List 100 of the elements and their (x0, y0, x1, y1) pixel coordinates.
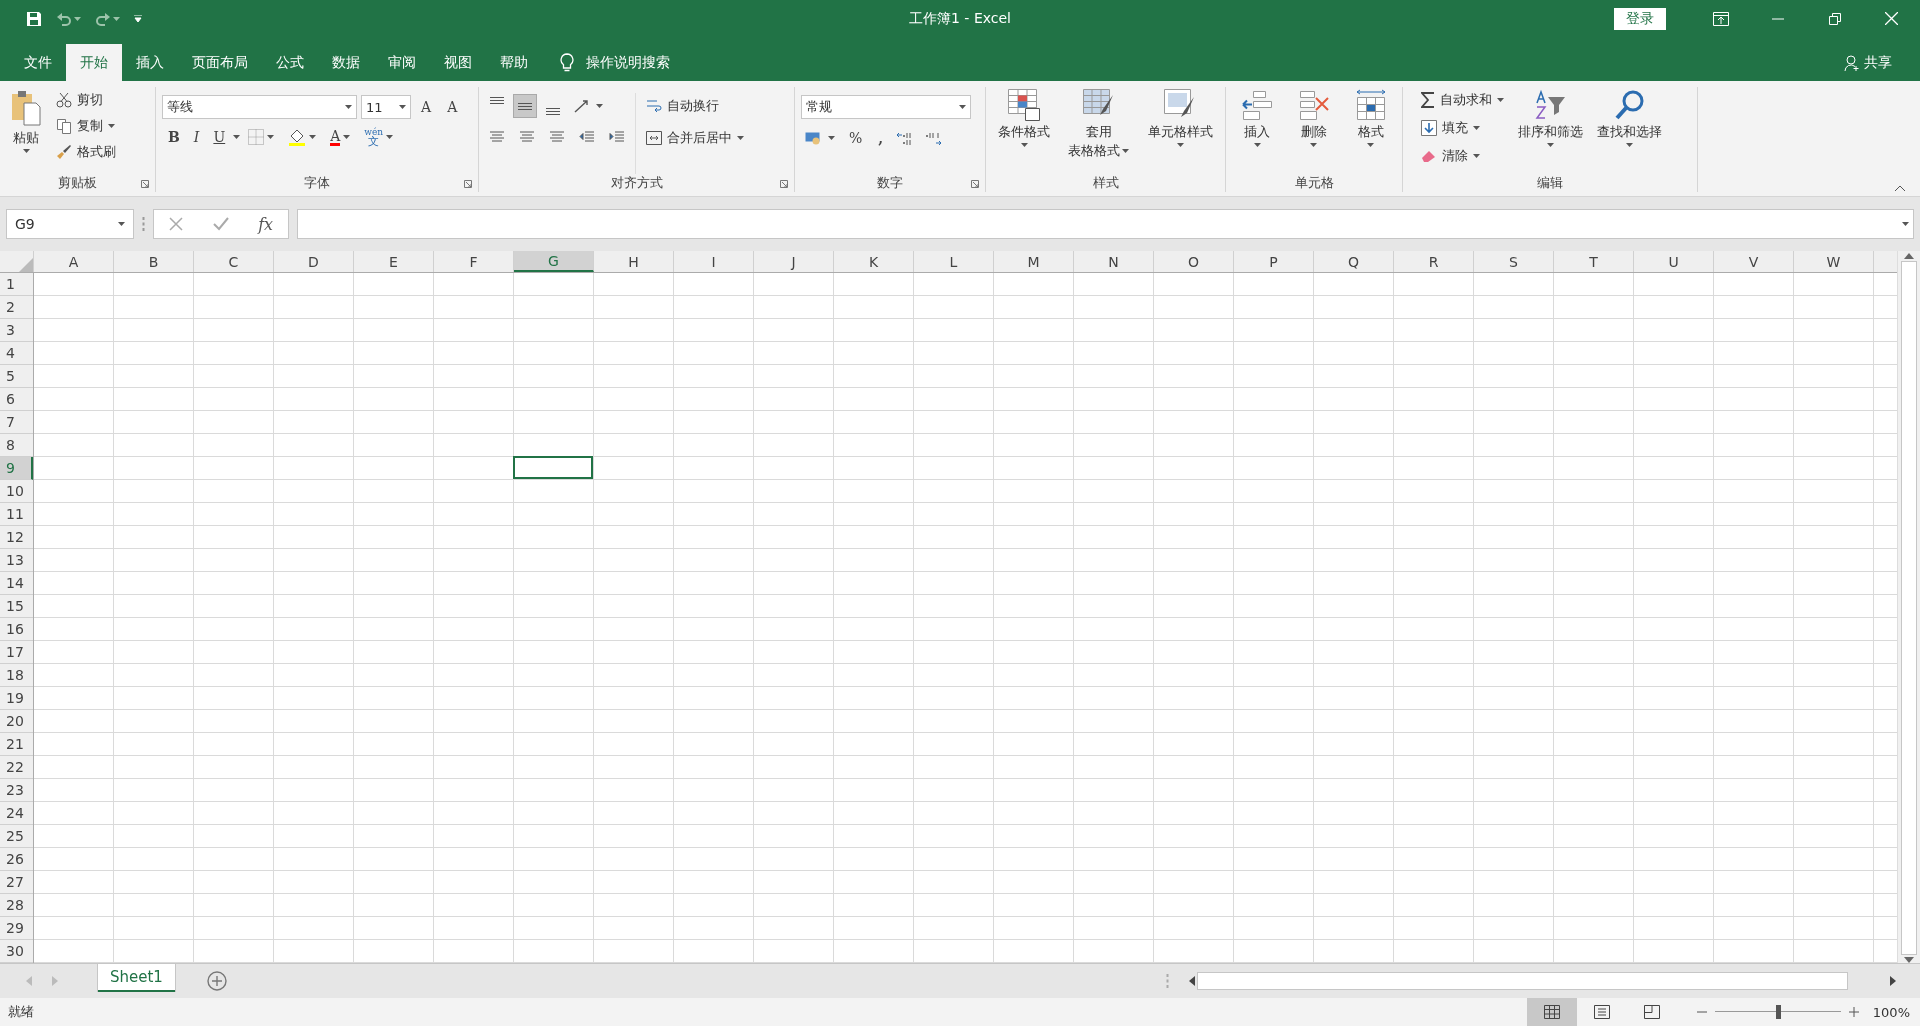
vertical-align-button[interactable] (513, 94, 537, 118)
horizontal-scrollbar[interactable] (1166, 971, 1896, 991)
phonetic-button[interactable]: wén 文 (358, 125, 400, 149)
formula-input[interactable] (297, 209, 1914, 239)
format-painter-button[interactable]: 格式刷 (52, 139, 120, 165)
row-header[interactable]: 27 (0, 871, 33, 894)
find-select-button[interactable]: 查找和选择 (1593, 87, 1666, 174)
autosum-button[interactable]: 自动求和 (1417, 87, 1508, 113)
shrink-font-button[interactable]: A (441, 97, 464, 117)
row-header[interactable]: 4 (0, 342, 33, 365)
column-header[interactable]: E (354, 251, 434, 272)
row-header[interactable]: 19 (0, 687, 33, 710)
column-header[interactable]: G (514, 251, 594, 272)
add-sheet-icon[interactable] (206, 971, 227, 991)
column-header[interactable]: B (114, 251, 194, 272)
clear-button[interactable]: 清除 (1417, 143, 1508, 169)
zoom-slider-thumb[interactable] (1775, 1005, 1781, 1019)
row-header[interactable]: 24 (0, 802, 33, 825)
undo-icon[interactable] (56, 11, 72, 26)
previous-sheet-icon[interactable] (26, 976, 32, 986)
customize-caret-icon[interactable] (134, 15, 142, 22)
column-header[interactable]: U (1634, 251, 1714, 272)
collapse-ribbon-icon[interactable] (1894, 185, 1906, 192)
cell-styles-button[interactable]: 单元格样式 (1143, 87, 1217, 174)
column-header[interactable]: S (1474, 251, 1554, 272)
save-icon[interactable] (26, 10, 42, 27)
menu-tab[interactable]: 数据 (318, 44, 374, 81)
menu-tab[interactable]: 文件 (10, 44, 66, 81)
row-header[interactable]: 20 (0, 710, 33, 733)
column-header[interactable]: D (274, 251, 354, 272)
underline-button[interactable]: U (207, 127, 232, 147)
cancel-icon[interactable] (168, 217, 183, 231)
number-format-combo[interactable]: 常规 (801, 95, 971, 119)
menu-tab[interactable]: 页面布局 (178, 44, 262, 81)
zoom-level[interactable]: 100% (1872, 1004, 1910, 1020)
column-header[interactable]: Q (1314, 251, 1394, 272)
column-header[interactable]: L (914, 251, 994, 272)
column-header[interactable]: W (1794, 251, 1874, 272)
conditional-formatting-button[interactable]: 条件格式 (994, 87, 1055, 174)
cut-button[interactable]: 剪切 (52, 87, 120, 113)
column-header[interactable]: K (834, 251, 914, 272)
row-header[interactable]: 14 (0, 572, 33, 595)
column-header[interactable]: N (1074, 251, 1154, 272)
row-header[interactable]: 17 (0, 641, 33, 664)
row-header[interactable]: 3 (0, 319, 33, 342)
check-icon[interactable] (212, 217, 229, 231)
comma-style-button[interactable]: , (872, 128, 890, 148)
row-header[interactable]: 21 (0, 733, 33, 756)
sheet-tab[interactable]: Sheet1 (98, 964, 175, 992)
row-header[interactable]: 23 (0, 779, 33, 802)
share-button[interactable]: 共享 (1844, 44, 1892, 81)
row-header[interactable]: 29 (0, 917, 33, 940)
merge-center-button[interactable]: 合并后居中 (642, 125, 748, 151)
row-header[interactable]: 2 (0, 296, 33, 319)
font-color-button[interactable]: A (324, 126, 357, 148)
name-box[interactable]: G9 (6, 209, 134, 239)
menu-tab[interactable]: 视图 (430, 44, 486, 81)
column-header[interactable]: A (34, 251, 114, 272)
menu-tab[interactable]: 帮助 (486, 44, 542, 81)
column-header[interactable]: R (1394, 251, 1474, 272)
row-header[interactable]: 16 (0, 618, 33, 641)
tell-me-search[interactable]: 操作说明搜索 (586, 53, 670, 72)
column-header[interactable]: T (1554, 251, 1634, 272)
column-header[interactable]: H (594, 251, 674, 272)
font-size-combo[interactable]: 11 (361, 95, 411, 119)
format-as-table-button[interactable]: 套用 表格格式 (1064, 87, 1134, 174)
paste-button[interactable]: 粘贴 (6, 87, 46, 174)
bold-button[interactable]: B (162, 127, 186, 147)
menu-tab[interactable]: 公式 (262, 44, 318, 81)
column-header[interactable]: P (1234, 251, 1314, 272)
row-header[interactable]: 9 (0, 457, 33, 480)
sign-in-button[interactable]: 登录 (1614, 7, 1666, 30)
menu-tab[interactable]: 插入 (122, 44, 178, 81)
row-header[interactable]: 28 (0, 894, 33, 917)
vertical-scrollbar[interactable] (1897, 251, 1920, 963)
row-header[interactable]: 5 (0, 365, 33, 388)
format-cells-button[interactable]: 格式 (1350, 87, 1391, 174)
row-header[interactable]: 18 (0, 664, 33, 687)
wrap-text-button[interactable]: 自动换行 (642, 93, 748, 119)
column-header[interactable]: V (1714, 251, 1794, 272)
insert-function-button[interactable]: fx (258, 214, 274, 234)
row-header[interactable]: 7 (0, 411, 33, 434)
zoom-in-icon[interactable] (1848, 1007, 1859, 1017)
font-name-combo[interactable]: 等线 (162, 95, 357, 119)
view-button[interactable] (1526, 998, 1577, 1026)
redo-icon[interactable] (95, 11, 111, 26)
row-header[interactable]: 26 (0, 848, 33, 871)
row-header[interactable]: 11 (0, 503, 33, 526)
grow-font-button[interactable]: A (415, 97, 438, 117)
italic-button[interactable]: I (187, 127, 206, 147)
row-header[interactable]: 10 (0, 480, 33, 503)
column-header[interactable]: O (1154, 251, 1234, 272)
column-header[interactable]: I (674, 251, 754, 272)
row-header[interactable]: 1 (0, 273, 33, 296)
percent-button[interactable]: % (843, 128, 869, 148)
row-header[interactable]: 25 (0, 825, 33, 848)
active-cell[interactable] (513, 456, 593, 479)
column-header[interactable]: C (194, 251, 274, 272)
row-header[interactable]: 15 (0, 595, 33, 618)
fill-button[interactable]: 填充 (1417, 115, 1508, 141)
